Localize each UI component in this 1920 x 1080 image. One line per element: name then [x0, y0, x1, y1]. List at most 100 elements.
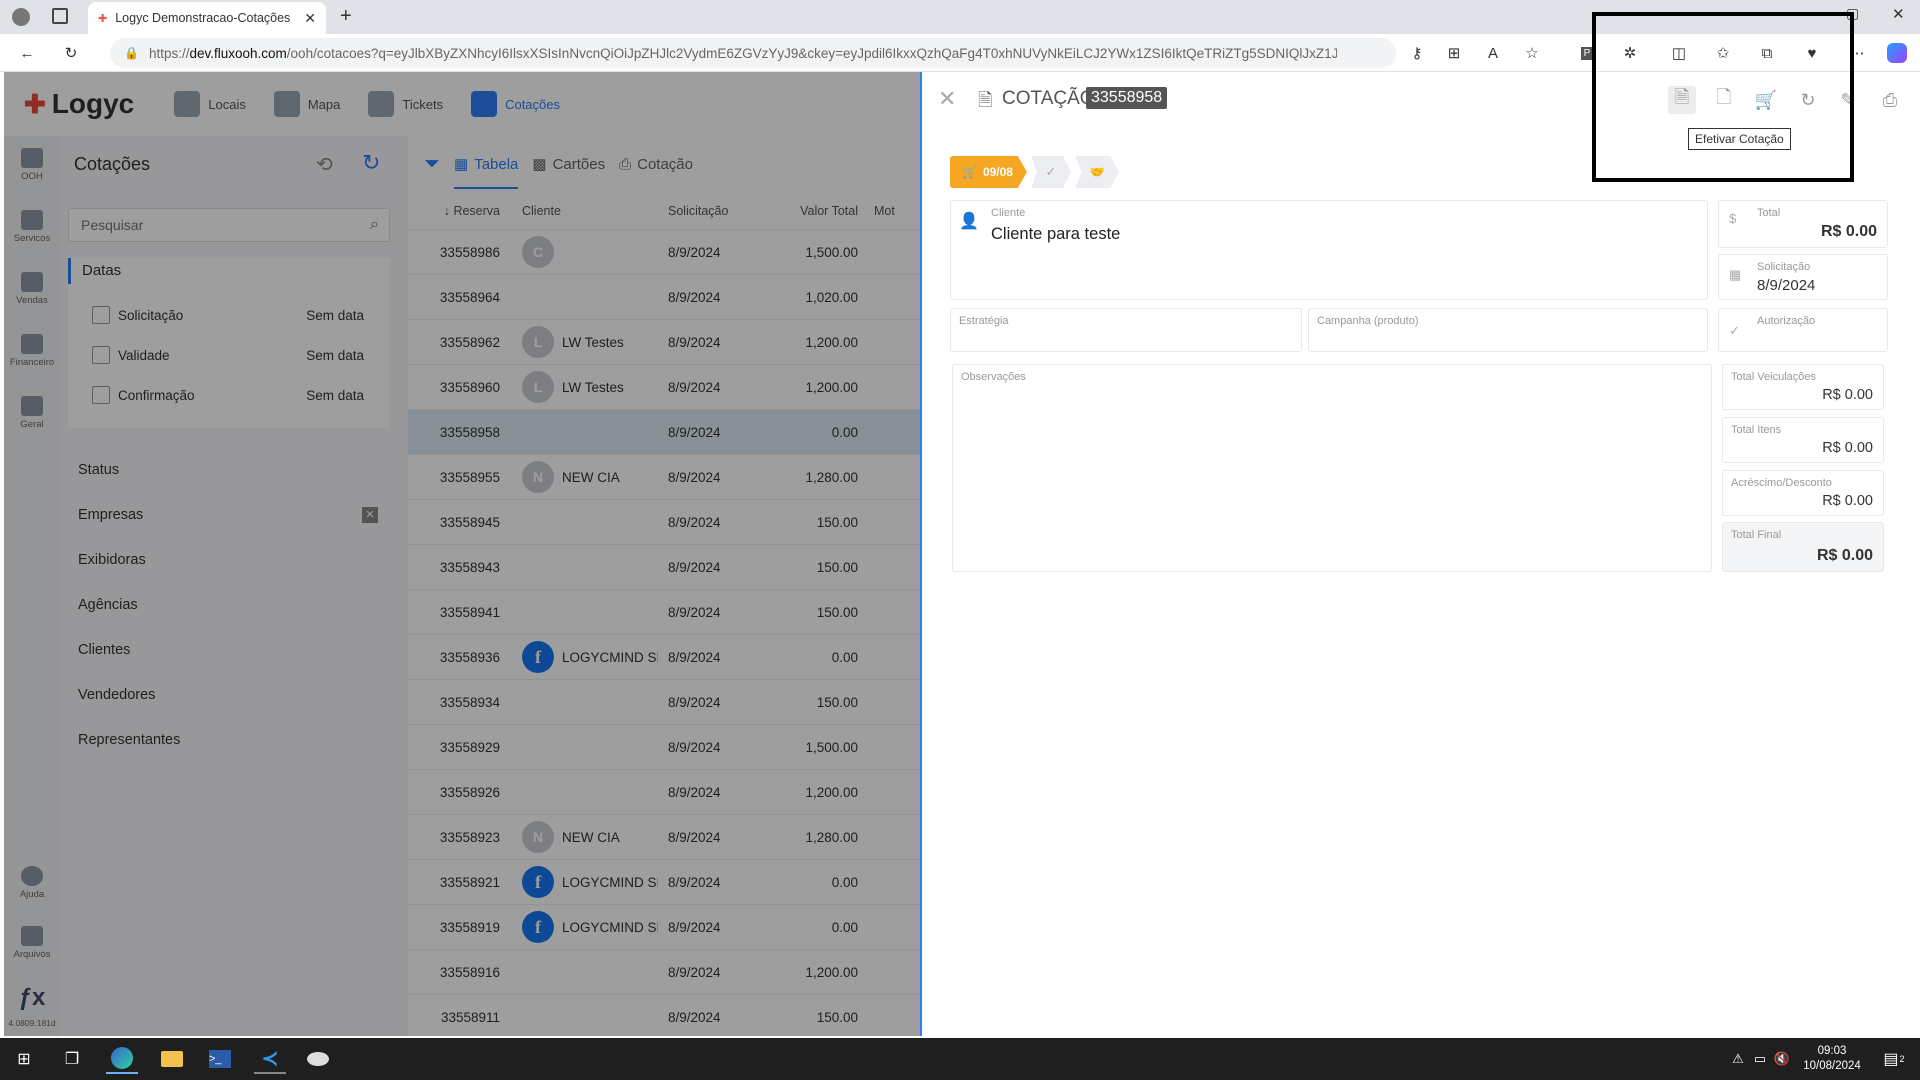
table-row[interactable]: 33558955 N NEW CIA 8/9/2024 1,280.00 — [408, 455, 920, 500]
table-row[interactable]: 33558934 8/9/2024 150.00 — [408, 680, 920, 725]
windows-start-icon[interactable]: ⊞ — [8, 1044, 40, 1074]
copilot-icon[interactable] — [1886, 42, 1908, 64]
profile-icon[interactable] — [12, 8, 30, 26]
table-row[interactable]: 33558941 8/9/2024 150.00 — [408, 590, 920, 635]
header-mot[interactable]: Mot — [858, 204, 895, 218]
app-icon[interactable] — [302, 1044, 334, 1074]
close-window-button[interactable]: ✕ — [1892, 5, 1905, 23]
close-panel-icon[interactable]: ✕ — [938, 86, 956, 112]
table-row[interactable]: 33558921 f LOGYCMIND SI... 8/9/2024 0.00 — [408, 860, 920, 905]
filter-representantes[interactable]: Representantes — [78, 732, 180, 748]
table-row[interactable]: 33558960 L LW Testes 8/9/2024 1,200.00 — [408, 365, 920, 410]
logo[interactable]: ✚ Logyc — [24, 88, 134, 120]
history-icon[interactable]: ⟲ — [316, 152, 333, 177]
cell-solicitacao: 8/9/2024 — [668, 424, 721, 440]
vscode-icon[interactable]: ≺ — [254, 1044, 286, 1074]
table-row[interactable]: 33558911 8/9/2024 150.00 — [408, 995, 920, 1040]
table-row[interactable]: 33558926 8/9/2024 1,200.00 — [408, 770, 920, 815]
estrategia-field[interactable]: Estratégia — [950, 308, 1302, 352]
step-handshake[interactable]: 🤝 — [1074, 156, 1119, 188]
volume-muted-icon[interactable]: 🔇 — [1766, 1044, 1798, 1074]
filter-clientes[interactable]: Clientes — [78, 642, 130, 658]
filter-status[interactable]: Status — [78, 462, 119, 478]
key-icon[interactable]: ⚷ — [1406, 42, 1428, 64]
sidebar-item-ajuda[interactable]: Ajuda — [4, 866, 60, 900]
solicitacao-card[interactable]: ▦ Solicitação 8/9/2024 — [1718, 254, 1888, 300]
nav-locais[interactable]: Locais — [174, 91, 246, 117]
url-rest: /ooh/cotacoes?q=eyJlbXByZXNhcyI6IlsxXSIs… — [286, 45, 1337, 61]
cell-solicitacao: 8/9/2024 — [668, 694, 721, 710]
browser-tab-active[interactable]: ✚ Logyc Demonstracao-Cotações ✕ — [88, 2, 326, 34]
favorite-star-icon[interactable]: ☆ — [1521, 42, 1543, 64]
observacoes-field[interactable]: Observações — [952, 364, 1712, 572]
tab-cotacao[interactable]: ⎙ Cotação — [619, 156, 693, 173]
filter-agencias[interactable]: Agências — [78, 597, 138, 613]
cell-solicitacao: 8/9/2024 — [668, 964, 721, 980]
date-row-solicitacao[interactable]: Solicitação Sem data — [92, 298, 364, 332]
table-row[interactable]: 33558923 N NEW CIA 8/9/2024 1,280.00 — [408, 815, 920, 860]
reload-icon[interactable]: ↻ — [362, 150, 380, 176]
tab-tabela[interactable]: ▦ Tabela — [454, 139, 519, 189]
refresh-icon[interactable]: ↻ — [60, 42, 82, 64]
task-view-icon[interactable]: ❐ — [56, 1044, 88, 1074]
sidebar-item-ooh[interactable]: OOH — [4, 148, 60, 182]
datas-section: Datas Solicitação Sem data Validade Sem … — [68, 258, 390, 428]
filter-funnel-icon[interactable]: ⏷ — [424, 153, 440, 176]
step-cart[interactable]: 🛒 09/08 — [950, 156, 1027, 188]
new-tab-button[interactable]: + — [340, 5, 352, 28]
sidebar-item-arquivos[interactable]: Arquivos — [4, 926, 60, 960]
sidebar-item-vendas[interactable]: Vendas — [4, 272, 60, 306]
edge-app-icon[interactable] — [106, 1044, 138, 1074]
sidebar-item-geral[interactable]: Geral — [4, 396, 60, 430]
search-input[interactable] — [79, 216, 371, 234]
header-valor-total[interactable]: Valor Total — [768, 204, 858, 218]
step-check[interactable]: ✓ — [1030, 156, 1071, 188]
header-solicitacao[interactable]: Solicitação — [658, 204, 768, 218]
cliente-card[interactable]: 👤 Cliente Cliente para teste — [950, 200, 1708, 300]
back-icon[interactable]: ← — [16, 42, 38, 64]
campanha-field[interactable]: Campanha (produto) — [1308, 308, 1708, 352]
table-row[interactable]: 33558986 C 8/9/2024 1,500.00 — [408, 230, 920, 275]
date-row-validade[interactable]: Validade Sem data — [92, 338, 364, 372]
search-icon[interactable]: ⌕ — [370, 216, 379, 234]
close-tab-icon[interactable]: ✕ — [304, 10, 316, 27]
cell-reserva: 33558926 — [439, 784, 500, 800]
file-explorer-icon[interactable] — [156, 1044, 188, 1074]
print-icon[interactable]: ⎙ — [1876, 86, 1904, 114]
table-row[interactable]: 33558958 8/9/2024 0.00 — [408, 410, 920, 455]
powershell-icon[interactable]: >_ — [204, 1044, 236, 1074]
app-available-icon[interactable]: ⊞ — [1443, 42, 1465, 64]
tab-actions-icon[interactable] — [52, 8, 68, 24]
sidebar-item-servicos[interactable]: Servicos — [4, 210, 60, 244]
table-row[interactable]: 33558919 f LOGYCMIND SI... 8/9/2024 0.00 — [408, 905, 920, 950]
table-row[interactable]: 33558962 L LW Testes 8/9/2024 1,200.00 — [408, 320, 920, 365]
nav-mapa[interactable]: Mapa — [273, 91, 341, 117]
nav-tickets[interactable]: Tickets — [368, 91, 443, 117]
table-row[interactable]: 33558936 f LOGYCMIND SI... 8/9/2024 0.00 — [408, 635, 920, 680]
filter-vendedores[interactable]: Vendedores — [78, 687, 155, 703]
header-reserva[interactable]: ↓ Reserva — [408, 204, 508, 218]
table-row[interactable]: 33558929 8/9/2024 1,500.00 — [408, 725, 920, 770]
header-cliente[interactable]: Cliente — [508, 204, 658, 218]
autorizacao-field[interactable]: ✓ Autorização — [1718, 308, 1888, 352]
filter-empresas[interactable]: Empresas — [78, 507, 143, 523]
sidebar-item-financeiro[interactable]: Financeiro — [4, 334, 60, 368]
tray-clock[interactable]: 09:03 10/08/2024 — [1796, 1044, 1868, 1074]
address-bar[interactable]: 🔒 https://dev.fluxooh.com/ooh/cotacoes?q… — [110, 38, 1396, 68]
table-row[interactable]: 33558943 8/9/2024 150.00 — [408, 545, 920, 590]
table-row[interactable]: 33558916 8/9/2024 1,200.00 — [408, 950, 920, 995]
datas-label[interactable]: Datas — [82, 262, 121, 279]
search-box[interactable]: ⌕ — [68, 208, 390, 242]
tab-cartoes[interactable]: ▩ Cartões — [532, 155, 605, 174]
date-row-confirmacao[interactable]: Confirmação Sem data — [92, 378, 364, 412]
table-row[interactable]: 33558945 8/9/2024 150.00 — [408, 500, 920, 545]
read-aloud-icon[interactable]: A — [1482, 42, 1504, 64]
cell-valor: 1,500.00 — [805, 739, 858, 755]
filter-exibidoras[interactable]: Exibidoras — [78, 552, 146, 568]
table-row[interactable]: 33558964 8/9/2024 1,020.00 — [408, 275, 920, 320]
nav-label: Mapa — [307, 96, 341, 112]
cell-reserva: 33558916 — [439, 964, 500, 980]
clear-empresas-icon[interactable]: ✕ — [362, 507, 378, 523]
notification-center-icon[interactable]: ▤ 2 — [1878, 1044, 1910, 1074]
nav-cotacoes[interactable]: Cotações — [471, 91, 560, 117]
